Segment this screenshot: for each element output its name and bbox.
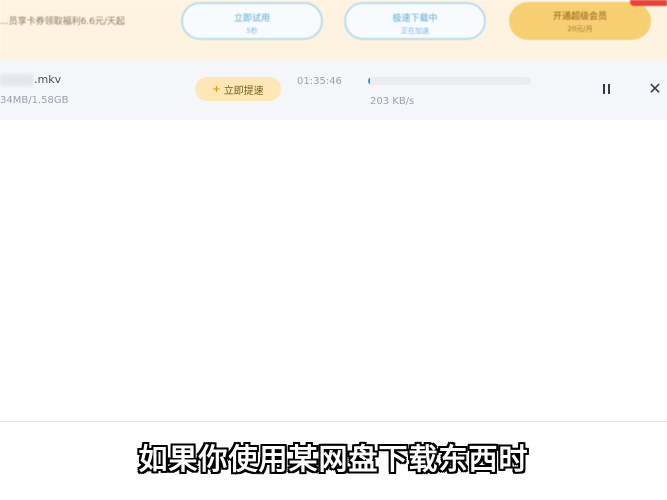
time-remaining: 01:35:46 <box>297 76 342 87</box>
progress-fill <box>368 77 371 85</box>
pause-icon[interactable] <box>598 81 614 97</box>
open-vip-sub: 20元/月 <box>567 25 593 33</box>
promo-text: ...员享卡券领取福利6.6元/天起 <box>0 17 125 27</box>
file-name: .mkv <box>34 73 62 86</box>
promo-tag <box>630 0 667 6</box>
trial-button-sub: 5秒 <box>246 27 258 35</box>
open-vip-label: 开通超级会员 <box>552 12 607 22</box>
trial-button[interactable]: 立即试用 5秒 <box>181 2 323 40</box>
trial-button-label: 立即试用 <box>233 14 270 24</box>
download-task-row[interactable]: .mkv 34MB/1.58GB <box>0 60 667 120</box>
fast-download-sub: 正在加速 <box>401 27 429 35</box>
pause-bar-left <box>602 84 605 94</box>
close-icon[interactable]: ✕ <box>645 79 665 99</box>
pause-bar-right <box>607 84 610 94</box>
download-speed: 203 KB/s <box>370 96 415 107</box>
speedup-button[interactable]: + 立即提速 <box>195 77 281 101</box>
file-size-progress: 34MB/1.58GB <box>0 95 69 106</box>
open-vip-button[interactable]: 开通超级会员 20元/月 <box>509 2 651 40</box>
speedup-label: 立即提速 <box>223 85 264 97</box>
blurred-file-name <box>0 74 34 86</box>
plus-icon: + <box>212 83 221 95</box>
promo-banner: ...员享卡券领取福利6.6元/天起 立即试用 5秒 极速下载中 正在加速 开通… <box>0 0 667 60</box>
fast-download-label: 极速下载中 <box>392 14 438 24</box>
fast-download-button[interactable]: 极速下载中 正在加速 <box>344 2 486 40</box>
divider <box>0 421 667 422</box>
video-subtitle: 如果你使用某网盘下载东西时 <box>138 442 529 476</box>
progress-bar <box>368 77 531 85</box>
